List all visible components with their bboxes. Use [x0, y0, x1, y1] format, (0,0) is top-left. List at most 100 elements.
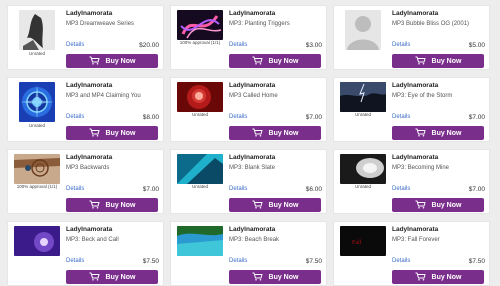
- seller-name[interactable]: LadyInamorata: [392, 154, 438, 161]
- buy-now-button[interactable]: Buy Now: [66, 198, 158, 212]
- seller-name[interactable]: LadyInamorata: [229, 154, 275, 161]
- product-title[interactable]: MP3 and MP4 Claiming You: [66, 93, 141, 99]
- product-thumbnail[interactable]: [177, 82, 223, 112]
- buy-now-button[interactable]: Buy Now: [66, 126, 158, 140]
- product-title[interactable]: MP3 Backwards: [66, 165, 109, 171]
- rating-caption: Unrated: [191, 184, 208, 189]
- details-link[interactable]: Details: [229, 114, 247, 120]
- buy-now-button[interactable]: Buy Now: [392, 198, 484, 212]
- seller-name[interactable]: LadyInamorata: [229, 82, 275, 89]
- rating-caption: Unrated: [354, 112, 371, 117]
- details-link[interactable]: Details: [229, 186, 247, 192]
- cart-icon: [415, 272, 426, 283]
- product-thumbnail[interactable]: [14, 154, 60, 184]
- product-card: 100% approval (1/1) LadyInamorata MP3 Back…: [7, 149, 164, 214]
- product-card: Unrated LadyInamorata MP3 and MP4 Claiming…: [7, 77, 164, 142]
- seller-name[interactable]: LadyInamorata: [66, 154, 112, 161]
- price: $7.00: [468, 114, 485, 121]
- buy-now-label: Buy Now: [268, 273, 299, 281]
- product-title[interactable]: MP3: Eye of the Storm: [392, 93, 452, 99]
- thumbnail-wrap: Unrated: [177, 154, 223, 194]
- seller-name[interactable]: LadyInamorata: [66, 226, 112, 233]
- cart-icon: [415, 200, 426, 211]
- price: $7.50: [142, 258, 159, 265]
- buy-now-button[interactable]: Buy Now: [229, 270, 321, 284]
- details-link[interactable]: Details: [66, 114, 84, 120]
- product-card: LadyInamorata MP3 Bubble Bliss OG (2001) D…: [333, 5, 490, 70]
- buy-now-button[interactable]: Buy Now: [392, 54, 484, 68]
- product-title[interactable]: MP3: Fall Forever: [392, 237, 440, 243]
- details-link[interactable]: Details: [392, 42, 410, 48]
- seller-name[interactable]: LadyInamorata: [392, 10, 438, 17]
- rating-caption: Unrated: [28, 51, 45, 56]
- seller-name[interactable]: LadyInamorata: [229, 226, 275, 233]
- details-link[interactable]: Details: [66, 42, 84, 48]
- product-title[interactable]: MP3: Becoming Mine: [392, 165, 449, 171]
- cart-icon: [252, 128, 263, 139]
- product-title[interactable]: MP3: Beach Break: [229, 237, 279, 243]
- product-title[interactable]: MP3: Planting Triggers: [229, 21, 290, 27]
- product-thumbnail[interactable]: [340, 82, 386, 112]
- cart-icon: [252, 56, 263, 67]
- details-link[interactable]: Details: [392, 114, 410, 120]
- buy-now-label: Buy Now: [105, 201, 136, 209]
- svg-text:Fall: Fall: [352, 240, 362, 246]
- rating-caption: Unrated: [28, 123, 45, 128]
- price: $7.50: [468, 258, 485, 265]
- buy-now-label: Buy Now: [105, 57, 136, 65]
- seller-name[interactable]: LadyInamorata: [229, 10, 275, 17]
- buy-now-label: Buy Now: [105, 273, 136, 281]
- buy-now-button[interactable]: Buy Now: [392, 270, 484, 284]
- product-thumbnail[interactable]: [177, 226, 223, 256]
- product-thumbnail[interactable]: Fall: [340, 226, 386, 256]
- product-title[interactable]: MP3 Called Home: [229, 93, 278, 99]
- product-card: Unrated LadyInamorata MP3: Eye of the Stor…: [333, 77, 490, 142]
- seller-name[interactable]: LadyInamorata: [66, 82, 112, 89]
- buy-now-label: Buy Now: [431, 57, 462, 65]
- product-thumbnail[interactable]: [177, 10, 223, 40]
- product-thumbnail[interactable]: [177, 154, 223, 184]
- product-title[interactable]: MP3: Beck and Call: [66, 237, 119, 243]
- product-title[interactable]: MP3 Bubble Bliss OG (2001): [392, 21, 469, 27]
- thumbnail-wrap: [340, 10, 386, 50]
- details-link[interactable]: Details: [229, 258, 247, 264]
- product-thumbnail[interactable]: [345, 10, 381, 50]
- buy-now-label: Buy Now: [431, 201, 462, 209]
- buy-now-button[interactable]: Buy Now: [66, 270, 158, 284]
- thumbnail-wrap: 100% approval (1/1): [177, 10, 223, 50]
- details-link[interactable]: Details: [392, 186, 410, 192]
- details-link[interactable]: Details: [392, 258, 410, 264]
- product-thumbnail[interactable]: [19, 82, 55, 122]
- cart-icon: [89, 272, 100, 283]
- rating-caption: Unrated: [354, 184, 371, 189]
- product-grid: Unrated LadyInamorata MP3 Dreamweave Serie…: [7, 5, 490, 286]
- product-card: Unrated LadyInamorata MP3: Blank Slate Deta…: [170, 149, 327, 214]
- buy-now-label: Buy Now: [431, 129, 462, 137]
- cart-icon: [89, 56, 100, 67]
- price: $7.00: [305, 114, 322, 121]
- buy-now-button[interactable]: Buy Now: [392, 126, 484, 140]
- buy-now-button[interactable]: Buy Now: [229, 126, 321, 140]
- buy-now-label: Buy Now: [268, 57, 299, 65]
- rating-caption: 100% approval (1/1): [16, 184, 58, 189]
- seller-name[interactable]: LadyInamorata: [66, 10, 112, 17]
- product-thumbnail[interactable]: [340, 154, 386, 184]
- seller-name[interactable]: LadyInamorata: [392, 226, 438, 233]
- product-thumbnail[interactable]: [19, 10, 55, 50]
- cart-icon: [415, 128, 426, 139]
- thumbnail-wrap: Unrated: [14, 82, 60, 128]
- seller-name[interactable]: LadyInamorata: [392, 82, 438, 89]
- details-link[interactable]: Details: [66, 258, 84, 264]
- buy-now-button[interactable]: Buy Now: [66, 54, 158, 68]
- details-link[interactable]: Details: [229, 42, 247, 48]
- product-title[interactable]: MP3 Dreamweave Series: [66, 21, 134, 27]
- details-link[interactable]: Details: [66, 186, 84, 192]
- buy-now-button[interactable]: Buy Now: [229, 54, 321, 68]
- product-card: LadyInamorata MP3: Beck and Call Details $7…: [7, 221, 164, 286]
- buy-now-button[interactable]: Buy Now: [229, 198, 321, 212]
- price: $7.50: [305, 258, 322, 265]
- product-thumbnail[interactable]: [14, 226, 60, 256]
- thumbnail-wrap: Unrated: [177, 82, 223, 122]
- product-title[interactable]: MP3: Blank Slate: [229, 165, 275, 171]
- cart-icon: [415, 56, 426, 67]
